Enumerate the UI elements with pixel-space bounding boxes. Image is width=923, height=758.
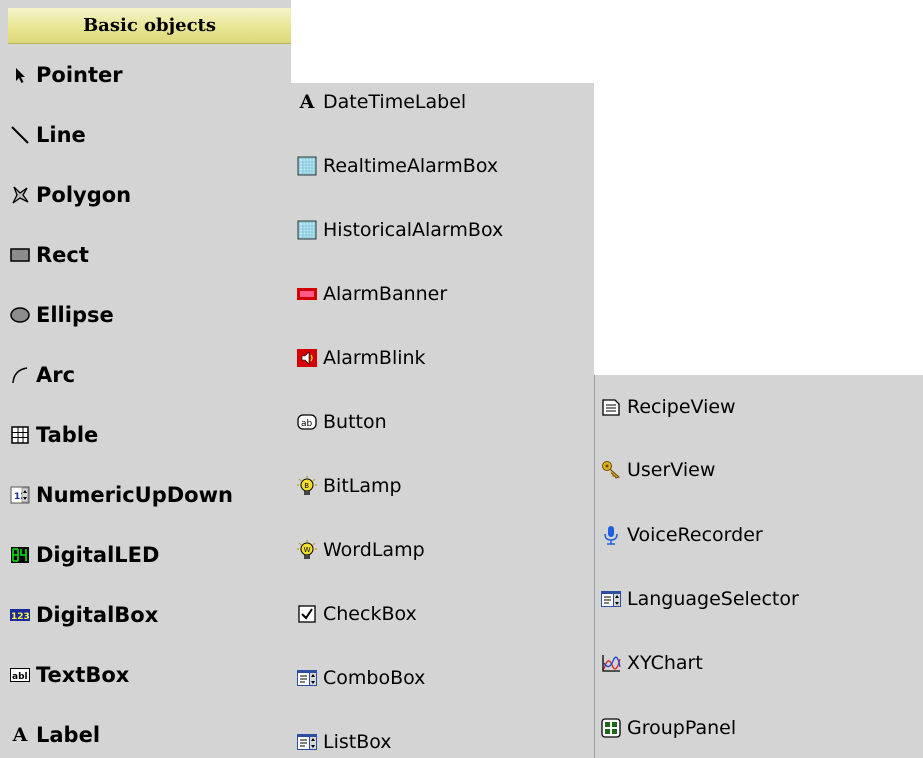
group-panel-icon — [601, 718, 621, 738]
tool-digitalled[interactable]: DigitalLED — [10, 539, 159, 571]
svg-text:abl: abl — [12, 672, 28, 682]
tool-label: DigitalLED — [36, 543, 160, 567]
tool-userview[interactable]: UserView — [601, 454, 715, 486]
tool-label: AlarmBanner — [323, 283, 448, 305]
listbox-icon — [297, 732, 317, 752]
tool-alarmblink[interactable]: AlarmBlink — [297, 342, 426, 374]
tool-voicerecorder[interactable]: VoiceRecorder — [601, 519, 763, 551]
microphone-icon — [601, 525, 621, 545]
tool-label: DigitalBox — [36, 603, 159, 627]
svg-text:123: 123 — [11, 612, 30, 622]
tool-label: LanguageSelector — [627, 588, 799, 610]
tool-label: UserView — [627, 459, 716, 481]
tool-line[interactable]: Line — [10, 119, 86, 151]
datetime-label-a-icon: A — [299, 91, 315, 113]
tool-bitlamp[interactable]: B BitLamp — [297, 470, 402, 502]
tool-label: CheckBox — [323, 603, 417, 625]
tool-checkbox[interactable]: CheckBox — [297, 598, 417, 630]
svg-text:W: W — [304, 546, 311, 554]
panel-title: Basic objects — [8, 8, 291, 44]
tool-grouppanel[interactable]: GroupPanel — [601, 712, 736, 744]
tool-datetimelabel[interactable]: A DateTimeLabel — [297, 86, 467, 118]
word-lamp-bulb-icon: W — [297, 540, 317, 560]
tool-pointer[interactable]: Pointer — [10, 59, 123, 91]
tool-label: Polygon — [36, 183, 132, 207]
tool-label: GroupPanel — [627, 717, 737, 739]
tool-label: BitLamp — [323, 475, 402, 497]
tool-label: Pointer — [36, 63, 123, 87]
ellipse-icon — [10, 305, 30, 325]
alarm-blink-icon — [297, 348, 317, 368]
tool-label: RecipeView — [627, 396, 736, 418]
label-a-icon: A — [12, 724, 28, 746]
tool-digitalbox[interactable]: 123 DigitalBox — [10, 599, 158, 631]
tool-label: Ellipse — [36, 303, 114, 327]
tool-label: Arc — [36, 363, 76, 387]
tool-label: AlarmBlink — [323, 347, 426, 369]
svg-text:B: B — [304, 482, 309, 490]
tool-numericupdown[interactable]: 12 NumericUpDown — [10, 479, 233, 511]
digital-box-icon: 123 — [10, 605, 30, 625]
button-ab-icon: ab — [297, 412, 317, 432]
table-grid-icon — [10, 425, 30, 445]
advanced-objects-panel: RecipeView UserView VoiceRecorder Langua… — [594, 375, 923, 758]
polygon-icon — [10, 185, 30, 205]
tool-label: TextBox — [36, 663, 130, 687]
tool-realtimealarmbox[interactable]: RealtimeAlarmBox — [297, 150, 498, 182]
tool-rect[interactable]: Rect — [10, 239, 89, 271]
tool-label: Line — [36, 123, 86, 147]
checkbox-icon — [297, 604, 317, 624]
bit-lamp-bulb-icon: B — [297, 476, 317, 496]
tool-label: RealtimeAlarmBox — [323, 155, 499, 177]
basic-objects-panel: Basic objects Pointer Line Polygon Rect … — [0, 0, 291, 758]
numeric-updown-icon: 12 — [10, 485, 30, 505]
svg-text:ab: ab — [301, 419, 313, 429]
xy-chart-icon — [601, 653, 621, 673]
combobox-icon — [297, 668, 317, 688]
tool-button[interactable]: ab Button — [297, 406, 387, 438]
tool-languageselector[interactable]: LanguageSelector — [601, 583, 799, 615]
tool-label: Table — [36, 423, 99, 447]
tool-combobox[interactable]: ComboBox — [297, 662, 425, 694]
realtime-alarm-box-icon — [297, 156, 317, 176]
line-icon — [10, 125, 30, 145]
tool-listbox[interactable]: ListBox — [297, 726, 392, 758]
tool-label: DateTimeLabel — [323, 91, 467, 113]
tool-label: HistoricalAlarmBox — [323, 219, 504, 241]
tool-label: Button — [323, 411, 387, 433]
tool-textbox[interactable]: abl TextBox — [10, 659, 129, 691]
user-view-key-icon — [601, 460, 621, 480]
tool-label: Label — [36, 723, 101, 747]
tool-wordlamp[interactable]: W WordLamp — [297, 534, 425, 566]
tool-label: WordLamp — [323, 539, 425, 561]
historical-alarm-box-icon — [297, 220, 317, 240]
pointer-arrow-icon — [10, 65, 30, 85]
digital-led-icon — [10, 545, 30, 565]
tool-recipeview[interactable]: RecipeView — [601, 391, 736, 423]
tool-table[interactable]: Table — [10, 419, 98, 451]
tool-label: NumericUpDown — [36, 483, 233, 507]
tool-label: ComboBox — [323, 667, 426, 689]
tool-label: XYChart — [627, 652, 703, 674]
arc-icon — [10, 365, 30, 385]
tool-label: Rect — [36, 243, 89, 267]
textbox-icon: abl — [10, 665, 30, 685]
recipe-view-icon — [601, 397, 621, 417]
tool-ellipse[interactable]: Ellipse — [10, 299, 114, 331]
tool-historicalalarmbox[interactable]: HistoricalAlarmBox — [297, 214, 503, 246]
tool-polygon[interactable]: Polygon — [10, 179, 131, 211]
tool-arc[interactable]: Arc — [10, 359, 75, 391]
rectangle-icon — [10, 245, 30, 265]
tool-alarmbanner[interactable]: AlarmBanner — [297, 278, 447, 310]
tool-xychart[interactable]: XYChart — [601, 647, 703, 679]
tool-label: ListBox — [323, 731, 392, 753]
language-selector-icon — [601, 589, 621, 609]
controls-panel: A DateTimeLabel RealtimeAlarmBox Histori… — [291, 83, 594, 758]
tool-label-object[interactable]: A Label — [10, 719, 100, 751]
alarm-banner-icon — [297, 284, 317, 304]
tool-label: VoiceRecorder — [627, 524, 763, 546]
